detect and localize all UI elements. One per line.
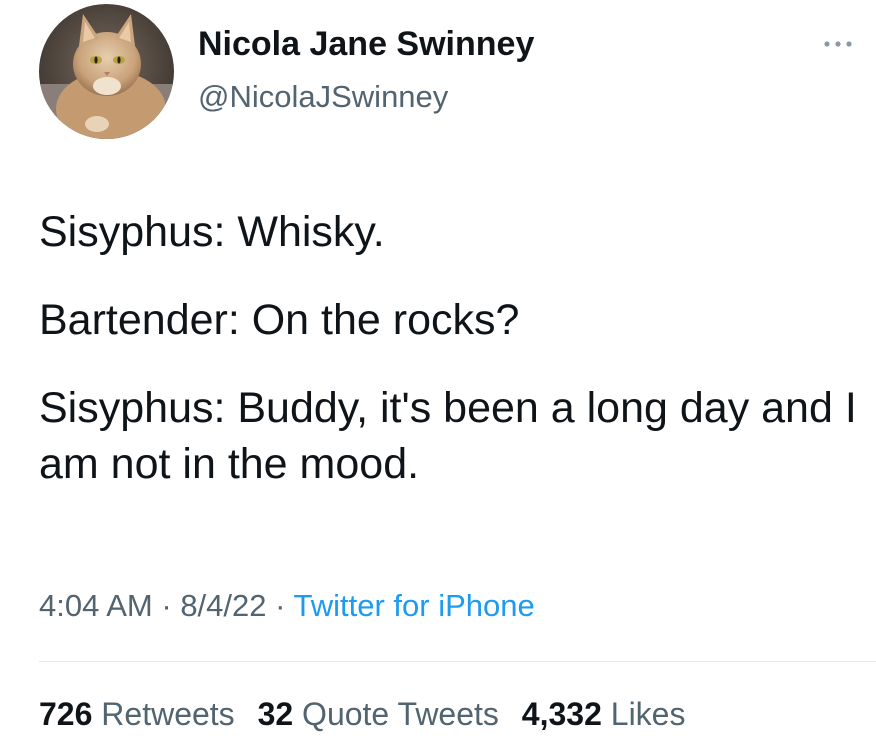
quote-tweets-label: Quote Tweets xyxy=(302,696,499,732)
tweet-line: Bartender: On the rocks? xyxy=(39,296,520,344)
meta-separator: · xyxy=(266,588,294,623)
tweet-line: Sisyphus: Whisky. xyxy=(39,208,385,256)
more-options-icon xyxy=(824,41,852,47)
author-handle[interactable]: @NicolaJSwinney xyxy=(198,78,448,116)
divider xyxy=(39,661,876,662)
retweets-label: Retweets xyxy=(101,696,235,732)
tweet-text: Sisyphus: Whisky. Bartender: On the rock… xyxy=(39,204,859,492)
avatar[interactable] xyxy=(39,4,174,139)
likes-label: Likes xyxy=(610,696,686,732)
tweet-card: Nicola Jane Swinney @NicolaJSwinney Sisy… xyxy=(0,0,876,746)
tweet-date[interactable]: 8/4/22 xyxy=(180,588,266,623)
likes-stat[interactable]: 4,332 Likes xyxy=(522,696,686,732)
more-options-button[interactable] xyxy=(818,34,858,54)
author-display-name[interactable]: Nicola Jane Swinney xyxy=(198,24,534,64)
tweet-line: Sisyphus: Buddy, it's been a long day an… xyxy=(39,384,857,488)
quote-tweets-count: 32 xyxy=(257,696,294,732)
retweets-stat[interactable]: 726 Retweets xyxy=(39,696,235,732)
quote-tweets-stat[interactable]: 32 Quote Tweets xyxy=(258,696,499,732)
tweet-time[interactable]: 4:04 AM xyxy=(39,588,153,623)
retweets-count: 726 xyxy=(39,696,93,732)
meta-separator: · xyxy=(152,588,181,623)
cat-avatar-icon xyxy=(39,4,174,139)
tweet-source-link[interactable]: Twitter for iPhone xyxy=(294,588,535,623)
likes-count: 4,332 xyxy=(521,696,602,732)
tweet-stats: 726 Retweets 32 Quote Tweets 4,332 Likes xyxy=(39,694,699,734)
tweet-meta: 4:04 AM · 8/4/22 · Twitter for iPhone xyxy=(39,586,535,626)
